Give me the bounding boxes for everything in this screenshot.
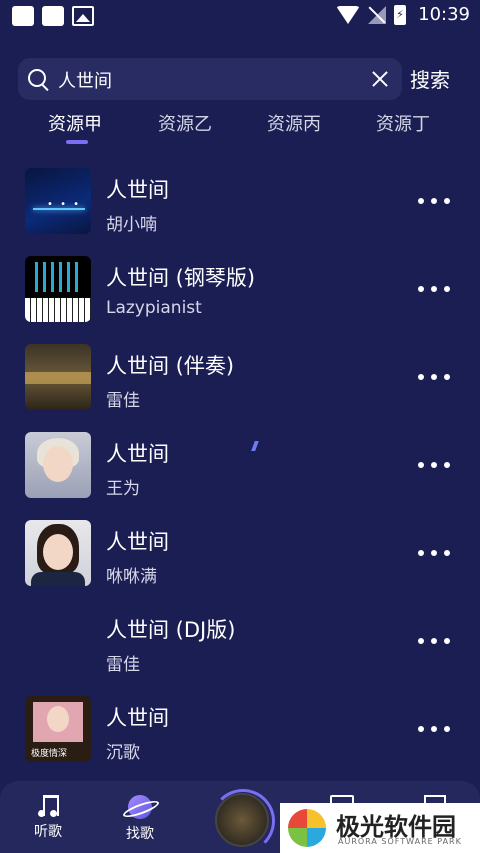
song-title: 人世间: [106, 178, 169, 202]
aurora-logo-icon: [288, 809, 326, 847]
song-row[interactable]: 人世间 (钢琴版) Lazypianist: [0, 256, 480, 344]
cover-art: [43, 446, 73, 482]
cover-art: [35, 262, 81, 292]
song-artist: 胡小喃: [106, 215, 157, 235]
search-icon: [28, 69, 46, 87]
song-title: 人世间: [106, 706, 169, 730]
tab-source-a[interactable]: 资源甲: [48, 110, 102, 136]
more-icon[interactable]: [418, 372, 450, 382]
image-icon: [72, 6, 94, 26]
album-cover: [25, 256, 91, 322]
album-cover: 极度情深: [25, 696, 91, 762]
source-tabs: 资源甲 资源乙 资源丙 资源丁: [0, 110, 480, 150]
song-row[interactable]: 人世间 咻咻满: [0, 520, 480, 608]
album-cover: [25, 432, 91, 498]
album-cover: • • •: [25, 168, 91, 234]
more-icon[interactable]: [418, 636, 450, 646]
song-row[interactable]: 人世间 (DJ版) 雷佳: [0, 608, 480, 696]
song-artist: 雷佳: [106, 655, 140, 675]
close-icon[interactable]: [370, 69, 390, 89]
tab-source-c[interactable]: 资源丙: [267, 110, 321, 136]
song-row[interactable]: • • • 人世间 胡小喃: [0, 168, 480, 256]
search-bar: [18, 58, 402, 100]
notification-icon: [42, 6, 64, 26]
more-icon[interactable]: [418, 460, 450, 470]
song-artist: 沉歌: [106, 743, 140, 763]
cover-art: [25, 372, 91, 384]
cover-art: • • •: [47, 199, 82, 210]
more-icon[interactable]: [418, 284, 450, 294]
notification-icons: [12, 6, 94, 26]
song-artist: 王为: [106, 479, 140, 499]
tab-source-b[interactable]: 资源乙: [158, 110, 212, 136]
active-tab-indicator: [66, 140, 88, 144]
more-icon[interactable]: [418, 548, 450, 558]
system-icons: 10:39: [336, 4, 470, 25]
planet-icon: [128, 795, 152, 819]
wifi-icon: [336, 5, 361, 24]
song-row[interactable]: 人世间 (伴奏) 雷佳: [0, 344, 480, 432]
no-signal-icon: [368, 5, 387, 24]
search-button[interactable]: 搜索: [410, 64, 450, 93]
search-input[interactable]: [56, 66, 360, 94]
notification-icon: [12, 6, 34, 26]
song-row[interactable]: 极度情深 人世间 沉歌: [0, 696, 480, 784]
song-title: 人世间 (DJ版): [106, 618, 236, 642]
cover-art: [47, 706, 69, 732]
more-icon[interactable]: [418, 724, 450, 734]
album-cover: [25, 520, 91, 586]
cover-art: [25, 298, 91, 322]
music-note-icon: [38, 795, 59, 817]
cover-art: [31, 572, 85, 586]
song-artist: 咻咻满: [106, 567, 157, 587]
more-icon[interactable]: [418, 196, 450, 206]
song-artist: 雷佳: [106, 391, 140, 411]
tab-source-d[interactable]: 资源丁: [376, 110, 430, 136]
nav-listen[interactable]: 听歌: [28, 781, 68, 841]
status-time: 10:39: [418, 4, 470, 25]
now-playing-disc[interactable]: [215, 793, 269, 847]
watermark: 极光软件园 AURORA SOFTWARE PARK: [280, 803, 480, 853]
status-bar: 10:39: [0, 0, 480, 32]
song-title: 人世间 (钢琴版): [106, 266, 256, 290]
battery-charging-icon: [394, 4, 407, 25]
nav-listen-label: 听歌: [34, 824, 62, 840]
song-artist: Lazypianist: [106, 298, 202, 318]
song-row[interactable]: 人世间 王为: [0, 432, 480, 520]
song-title: 人世间 (伴奏): [106, 354, 235, 378]
nav-find-label: 找歌: [126, 826, 154, 842]
album-cover: [25, 344, 91, 410]
song-title: 人世间: [106, 530, 169, 554]
nav-find[interactable]: 找歌: [120, 781, 160, 843]
cover-caption: 极度情深: [31, 749, 68, 759]
song-title: 人世间: [106, 442, 169, 466]
cover-art: [43, 534, 73, 570]
watermark-subtitle: AURORA SOFTWARE PARK: [338, 837, 462, 846]
